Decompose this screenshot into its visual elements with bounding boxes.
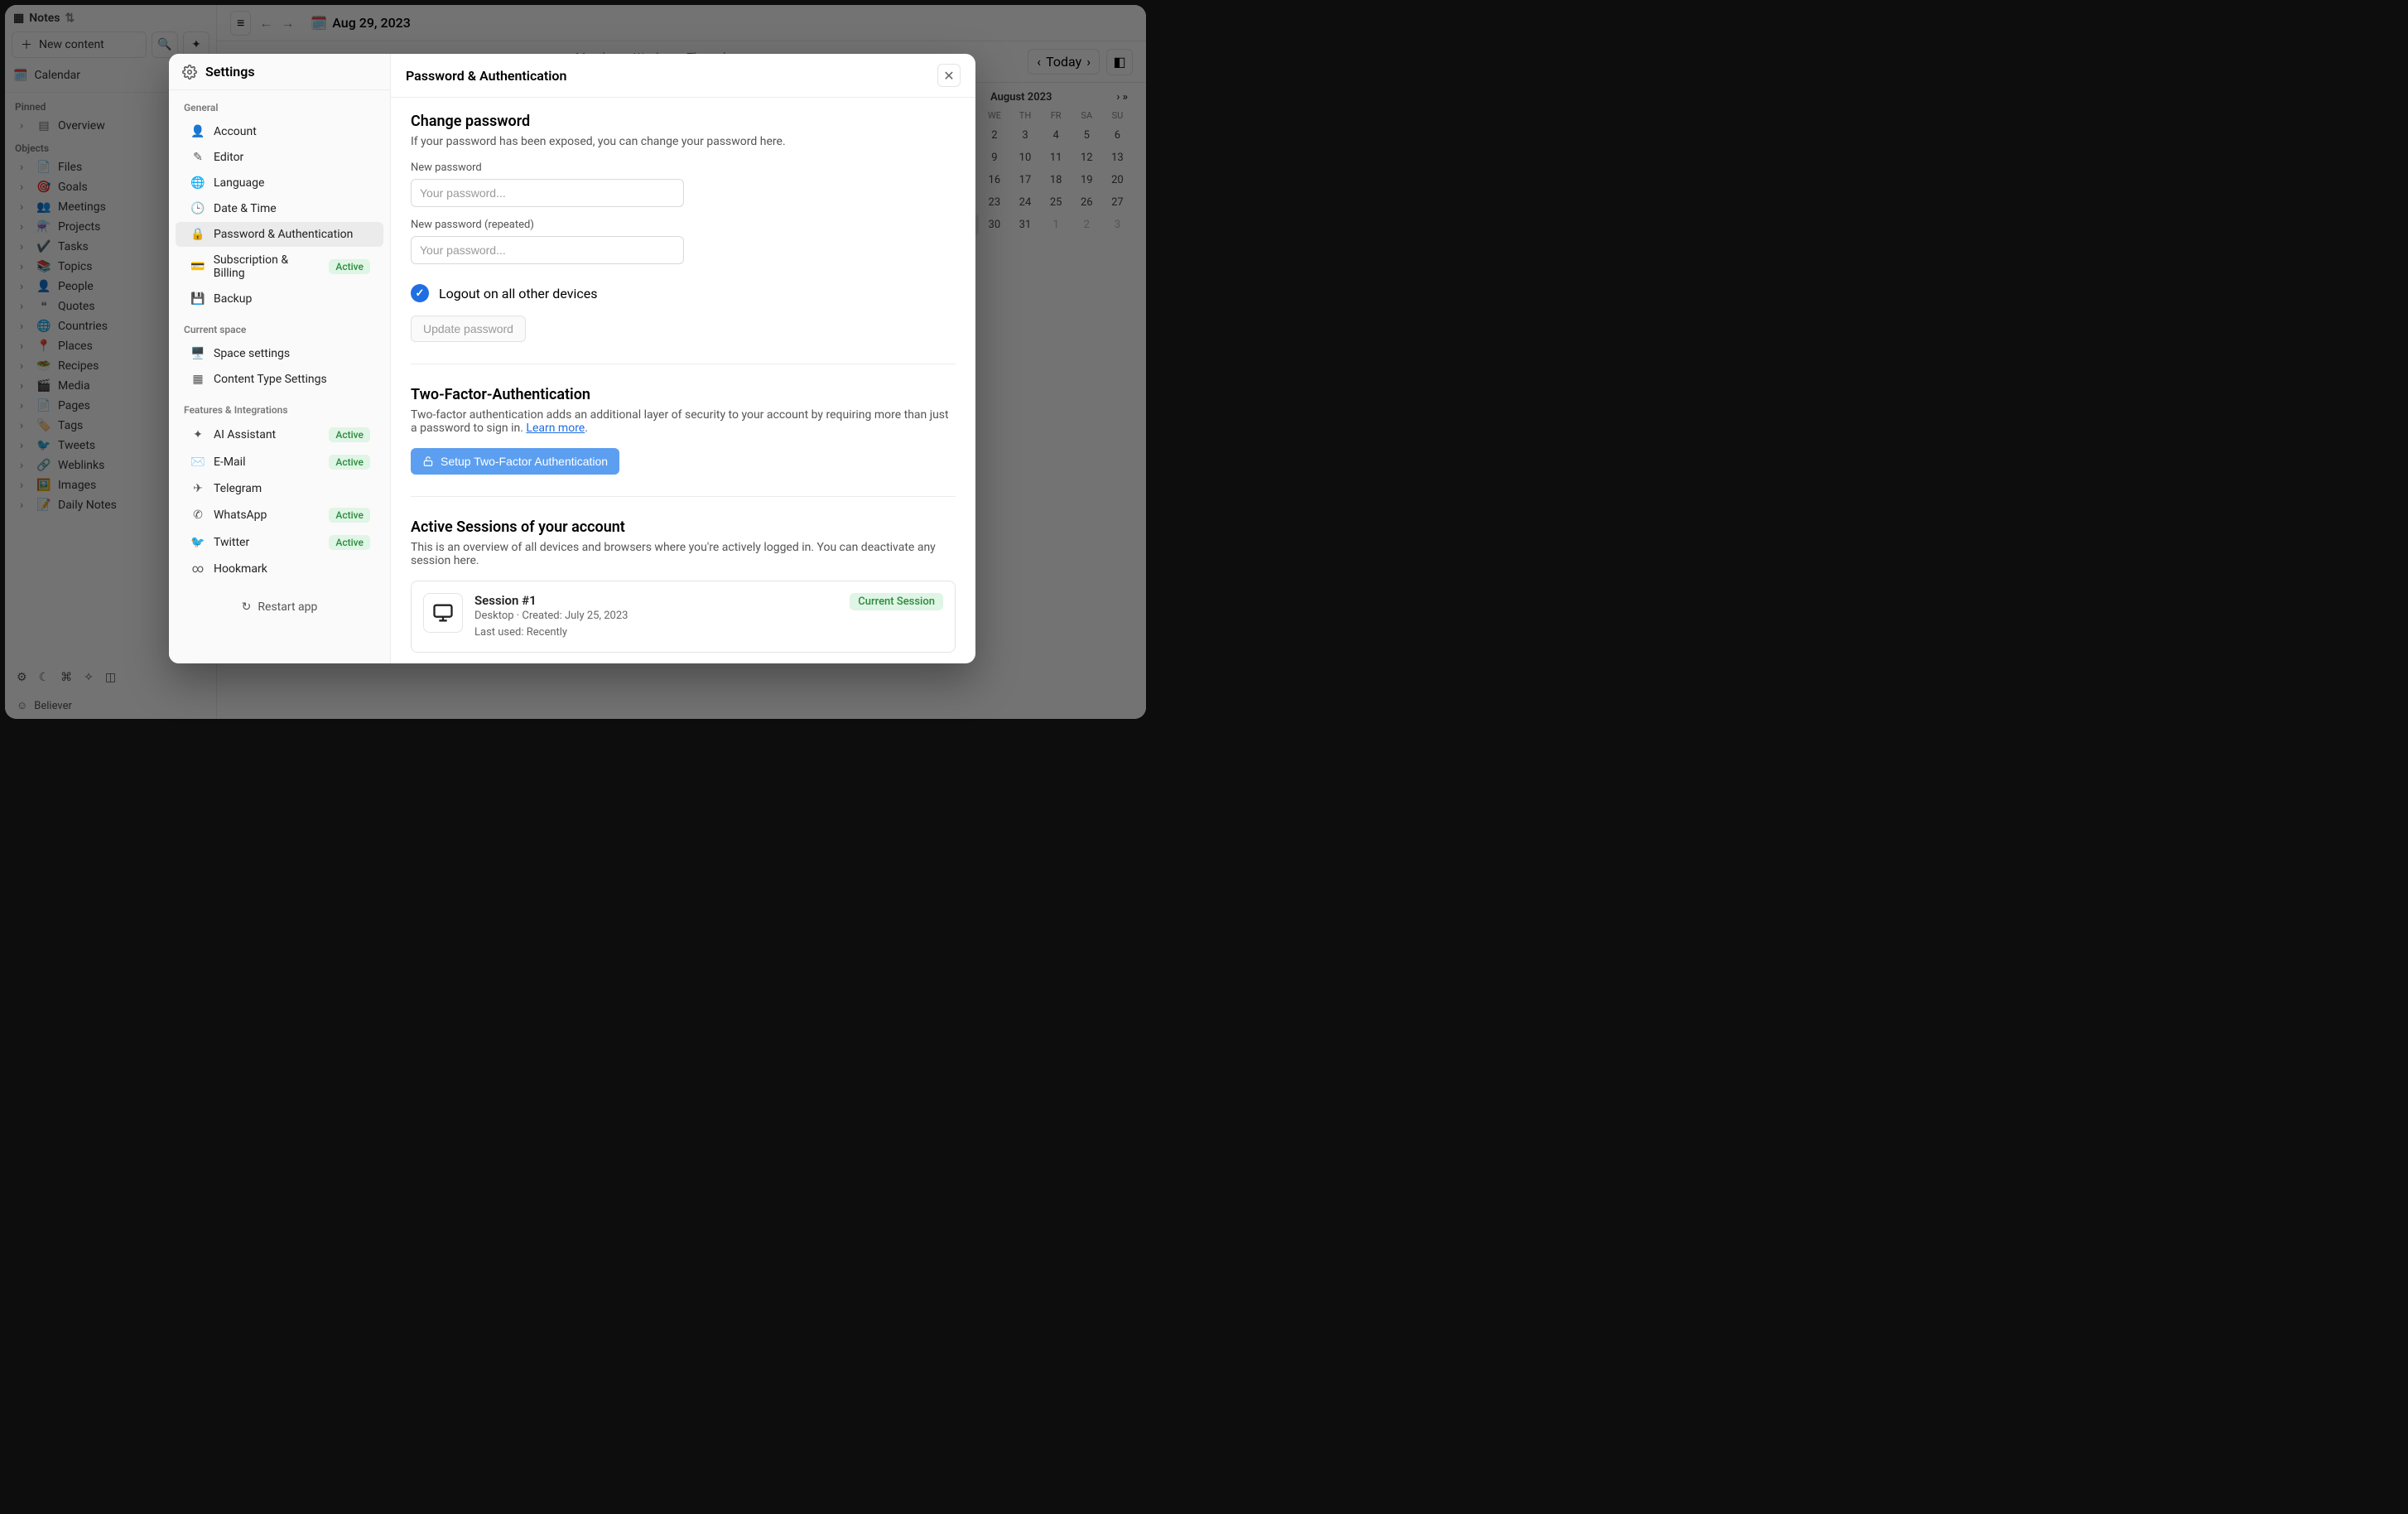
twofa-desc: Two-factor authentication adds an additi… bbox=[411, 408, 956, 435]
settings-item-label: Date & Time bbox=[214, 202, 277, 215]
email-icon: ✉️ bbox=[190, 456, 205, 469]
twofa-heading: Two-Factor-Authentication bbox=[411, 386, 956, 403]
settings-item-label: Language bbox=[214, 176, 264, 190]
session-card: Session #1 Desktop · Created: July 25, 2… bbox=[411, 581, 956, 653]
settings-item-subscription[interactable]: 💳 Subscription & Billing Active bbox=[176, 248, 383, 286]
telegram-icon: ✈ bbox=[190, 482, 205, 495]
settings-item-password[interactable]: 🔒 Password & Authentication bbox=[176, 222, 383, 247]
new-password-label: New password bbox=[411, 162, 956, 174]
settings-group-label: General bbox=[169, 90, 390, 118]
settings-group-label: Features & Integrations bbox=[169, 393, 390, 421]
settings-item-label: Account bbox=[214, 125, 257, 138]
restart-app-button[interactable]: ↻ Restart app bbox=[169, 586, 390, 629]
settings-item-label: Backup bbox=[214, 292, 252, 306]
active-badge: Active bbox=[329, 427, 370, 442]
settings-title: Settings bbox=[169, 54, 390, 90]
settings-item-label: Subscription & Billing bbox=[214, 253, 321, 280]
settings-item-label: AI Assistant bbox=[214, 428, 276, 441]
settings-item-backup[interactable]: 💾 Backup bbox=[176, 287, 383, 311]
sessions-desc: This is an overview of all devices and b… bbox=[411, 541, 956, 567]
panel-title: Password & Authentication bbox=[406, 68, 566, 84]
logout-others-label: Logout on all other devices bbox=[439, 286, 597, 301]
settings-item-telegram[interactable]: ✈ Telegram bbox=[176, 476, 383, 501]
twitter-icon: 🐦 bbox=[190, 536, 205, 549]
hookmark-icon: ∞ bbox=[190, 562, 205, 576]
contenttype-icon: ▦ bbox=[190, 373, 205, 386]
session-meta-1: Desktop · Created: July 25, 2023 bbox=[474, 608, 628, 624]
settings-item-contenttype[interactable]: ▦ Content Type Settings bbox=[176, 367, 383, 392]
session-meta-2: Last used: Recently bbox=[474, 624, 628, 641]
settings-item-email[interactable]: ✉️ E-Mail Active bbox=[176, 449, 383, 475]
settings-item-datetime[interactable]: 🕒 Date & Time bbox=[176, 196, 383, 221]
settings-item-ai[interactable]: ✦ AI Assistant Active bbox=[176, 422, 383, 448]
lock-open-icon bbox=[422, 456, 434, 467]
logout-others-checkbox[interactable]: ✓ bbox=[411, 284, 429, 302]
settings-group-label: Current space bbox=[169, 312, 390, 340]
restart-icon: ↻ bbox=[242, 600, 252, 614]
settings-item-twitter[interactable]: 🐦 Twitter Active bbox=[176, 529, 383, 556]
settings-item-account[interactable]: 👤 Account bbox=[176, 119, 383, 144]
change-password-desc: If your password has been exposed, you c… bbox=[411, 135, 956, 148]
new-password-input[interactable] bbox=[411, 179, 684, 207]
settings-item-label: WhatsApp bbox=[214, 509, 267, 522]
account-icon: 👤 bbox=[190, 125, 205, 138]
settings-item-whatsapp[interactable]: ✆ WhatsApp Active bbox=[176, 502, 383, 528]
close-button[interactable]: ✕ bbox=[937, 64, 961, 87]
sessions-heading: Active Sessions of your account bbox=[411, 518, 956, 536]
close-icon: ✕ bbox=[943, 68, 954, 84]
settings-modal: Settings General 👤 Account ✎ Editor 🌐 Language… bbox=[169, 54, 975, 663]
update-password-button[interactable]: Update password bbox=[411, 316, 526, 342]
whatsapp-icon: ✆ bbox=[190, 509, 205, 522]
space-icon: 🖥️ bbox=[190, 347, 205, 360]
gear-icon bbox=[182, 65, 197, 80]
subscription-icon: 💳 bbox=[190, 260, 205, 273]
settings-item-hookmark[interactable]: ∞ Hookmark bbox=[176, 557, 383, 581]
settings-item-editor[interactable]: ✎ Editor bbox=[176, 145, 383, 170]
active-badge: Active bbox=[329, 259, 370, 274]
language-icon: 🌐 bbox=[190, 176, 205, 190]
settings-item-label: Hookmark bbox=[214, 562, 267, 576]
active-badge: Active bbox=[329, 455, 370, 470]
settings-item-label: Editor bbox=[214, 151, 243, 164]
editor-icon: ✎ bbox=[190, 151, 205, 164]
desktop-icon bbox=[423, 593, 463, 633]
change-password-heading: Change password bbox=[411, 113, 956, 130]
settings-item-label: E-Mail bbox=[214, 456, 245, 469]
current-session-badge: Current Session bbox=[850, 593, 943, 610]
repeat-password-label: New password (repeated) bbox=[411, 219, 956, 231]
active-badge: Active bbox=[329, 535, 370, 550]
settings-item-space[interactable]: 🖥️ Space settings bbox=[176, 341, 383, 366]
ai-icon: ✦ bbox=[190, 428, 205, 441]
learn-more-link[interactable]: Learn more bbox=[526, 422, 585, 435]
settings-item-label: Telegram bbox=[214, 482, 262, 495]
settings-item-language[interactable]: 🌐 Language bbox=[176, 171, 383, 195]
session-title: Session #1 bbox=[474, 593, 628, 608]
settings-item-label: Space settings bbox=[214, 347, 290, 360]
settings-item-label: Twitter bbox=[214, 536, 249, 549]
repeat-password-input[interactable] bbox=[411, 236, 684, 264]
settings-item-label: Password & Authentication bbox=[214, 228, 353, 241]
password-icon: 🔒 bbox=[190, 228, 205, 241]
settings-item-label: Content Type Settings bbox=[214, 373, 327, 386]
active-badge: Active bbox=[329, 508, 370, 523]
datetime-icon: 🕒 bbox=[190, 202, 205, 215]
check-icon: ✓ bbox=[416, 287, 425, 300]
setup-twofa-button[interactable]: Setup Two-Factor Authentication bbox=[411, 448, 619, 475]
backup-icon: 💾 bbox=[190, 292, 205, 306]
